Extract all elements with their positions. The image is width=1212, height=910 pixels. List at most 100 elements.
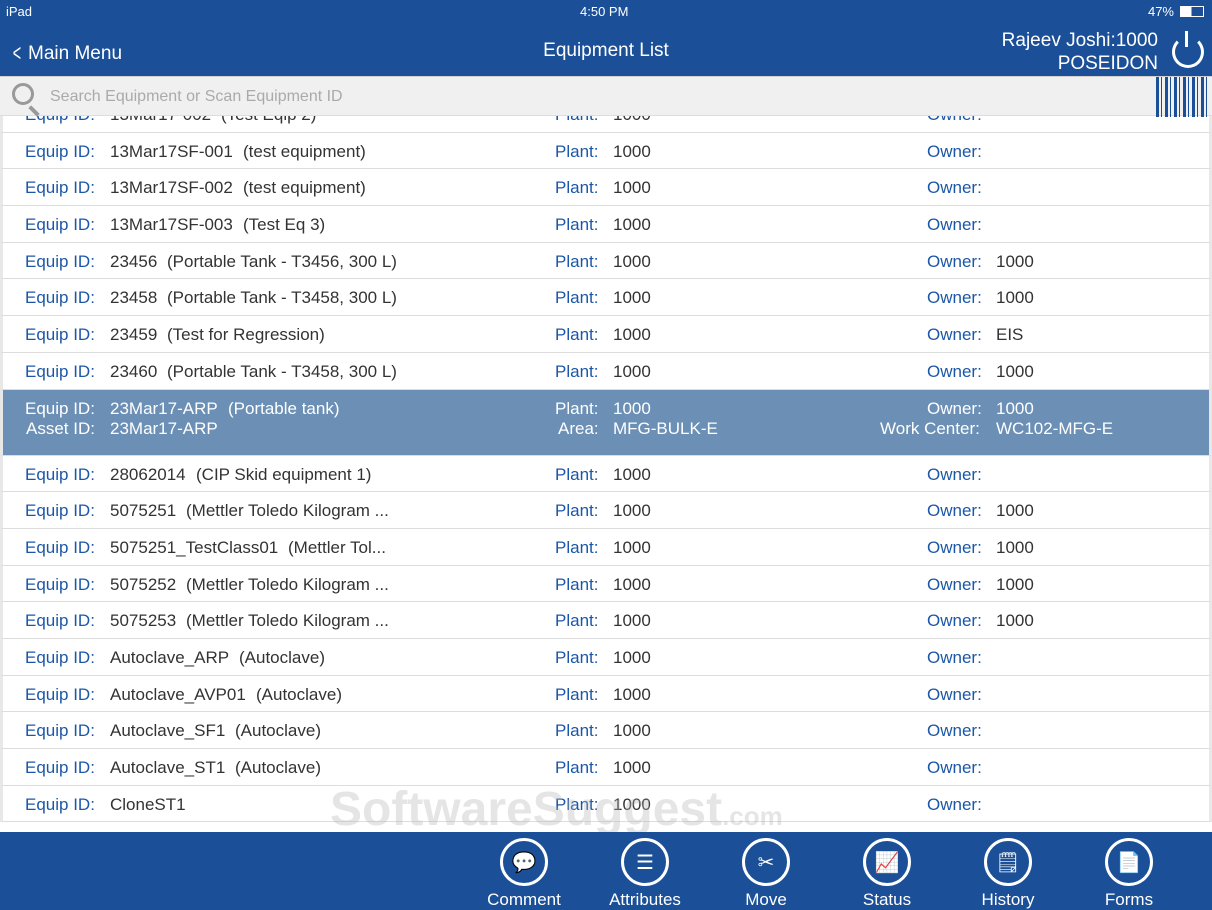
equip-id-value: 23456 [110, 252, 157, 272]
equipment-row[interactable]: Equip ID:23459Plant:1000Owner:EIS(Test f… [0, 316, 1212, 353]
plant-value: 1000 [613, 721, 651, 741]
equipment-row[interactable]: Equip ID:23460Plant:1000Owner:1000(Porta… [0, 353, 1212, 390]
barcode-scan-icon[interactable] [1156, 77, 1208, 117]
plant-label: Plant: [555, 116, 598, 125]
owner-value: 1000 [996, 288, 1034, 308]
equip-description: (Test for Regression) [167, 325, 325, 345]
owner-label: Owner: [927, 721, 982, 741]
equip-description: (Portable tank) [228, 399, 340, 419]
owner-label: Owner: [927, 465, 982, 485]
equip-id-label: Equip ID: [25, 611, 95, 631]
attributes-button[interactable]: ☰Attributes [595, 838, 695, 910]
equipment-list[interactable]: Equip ID:13Mar17-002Plant:1000Owner:(Tes… [0, 116, 1212, 832]
move-icon: ✂ [742, 838, 790, 886]
history-label: History [958, 890, 1058, 910]
equip-id-value: 28062014 [110, 465, 186, 485]
equip-description: (Portable Tank - T3458, 300 L) [167, 288, 397, 308]
equipment-row[interactable]: Equip ID:Autoclave_SF1Plant:1000Owner:(A… [0, 712, 1212, 749]
plant-value: 1000 [613, 116, 651, 125]
owner-value: EIS [996, 325, 1023, 345]
comment-label: Comment [474, 890, 574, 910]
plant-label: Plant: [555, 648, 598, 668]
equipment-row[interactable]: Equip ID:CloneST1Plant:1000Owner: [0, 786, 1212, 823]
plant-label: Plant: [555, 758, 598, 778]
equip-description: (Mettler Tol... [288, 538, 386, 558]
equipment-row[interactable]: Equip ID:13Mar17SF-001Plant:1000Owner:(t… [0, 133, 1212, 170]
header-bar: iPad 4:50 PM 47% <Main Menu Equipment Li… [0, 0, 1212, 76]
equipment-row[interactable]: Equip ID:5075252Plant:1000Owner:1000(Met… [0, 566, 1212, 603]
equip-id-value: 23Mar17-ARP [110, 399, 218, 419]
equip-description: (Mettler Toledo Kilogram ... [186, 611, 389, 631]
plant-label: Plant: [555, 142, 598, 162]
plant-label: Plant: [555, 288, 598, 308]
equipment-row[interactable]: Equip ID:23456Plant:1000Owner:1000(Porta… [0, 243, 1212, 280]
equip-id-value: 5075253 [110, 611, 176, 631]
owner-label: Owner: [927, 611, 982, 631]
equipment-row[interactable]: Equip ID:Autoclave_ST1Plant:1000Owner:(A… [0, 749, 1212, 786]
equip-id-value: Autoclave_AVP01 [110, 685, 246, 705]
equip-description: (Portable Tank - T3458, 300 L) [167, 362, 397, 382]
equip-description: (test equipment) [243, 142, 366, 162]
owner-value: 1000 [996, 575, 1034, 595]
plant-label: Plant: [555, 252, 598, 272]
user-name: Rajeev Joshi:1000 [1002, 29, 1158, 52]
owner-label: Owner: [927, 116, 982, 125]
plant-value: 1000 [613, 758, 651, 778]
equipment-row[interactable]: Equip ID:Autoclave_AVP01Plant:1000Owner:… [0, 676, 1212, 713]
area-label: Area: [558, 419, 599, 439]
asset-id-label: Asset ID: [26, 419, 95, 439]
equip-id-label: Equip ID: [25, 758, 95, 778]
status-button[interactable]: 📈Status [837, 838, 937, 910]
equip-id-label: Equip ID: [25, 252, 95, 272]
equip-id-value: Autoclave_SF1 [110, 721, 225, 741]
equipment-row[interactable]: Equip ID:5075253Plant:1000Owner:1000(Met… [0, 602, 1212, 639]
forms-button[interactable]: 📄Forms [1079, 838, 1179, 910]
history-icon: 🗒 [984, 838, 1032, 886]
area-value: MFG-BULK-E [613, 419, 718, 439]
owner-value: 1000 [996, 538, 1034, 558]
equip-description: (Test Eqip 2) [221, 116, 316, 125]
plant-value: 1000 [613, 538, 651, 558]
equipment-row[interactable]: Equip ID:13Mar17SF-002Plant:1000Owner:(t… [0, 169, 1212, 206]
plant-label: Plant: [555, 178, 598, 198]
battery-level: 47% [1148, 4, 1174, 19]
equipment-row[interactable]: Equip ID:5075251Plant:1000Owner:1000(Met… [0, 492, 1212, 529]
plant-label: Plant: [555, 538, 598, 558]
owner-label: Owner: [927, 142, 982, 162]
owner-label: Owner: [927, 252, 982, 272]
equip-id-value: 13Mar17SF-001 [110, 142, 233, 162]
system-name: POSEIDON [1002, 52, 1158, 75]
equip-id-label: Equip ID: [25, 215, 95, 235]
equipment-row[interactable]: Equip ID:23458Plant:1000Owner:1000(Porta… [0, 279, 1212, 316]
equip-id-value: 5075251_TestClass01 [110, 538, 278, 558]
owner-value: 1000 [996, 501, 1034, 521]
plant-value: 1000 [613, 178, 651, 198]
equipment-row[interactable]: Equip ID:5075251_TestClass01Plant:1000Ow… [0, 529, 1212, 566]
plant-value: 1000 [613, 362, 651, 382]
equip-description: (Autoclave) [256, 685, 342, 705]
power-icon[interactable] [1172, 36, 1204, 68]
plant-value: 1000 [613, 685, 651, 705]
move-button[interactable]: ✂Move [716, 838, 816, 910]
equip-id-label: Equip ID: [25, 575, 95, 595]
plant-label: Plant: [555, 611, 598, 631]
plant-label: Plant: [555, 501, 598, 521]
plant-value: 1000 [613, 215, 651, 235]
search-icon [12, 83, 34, 105]
history-button[interactable]: 🗒 History [958, 838, 1058, 910]
equipment-row[interactable]: Equip ID:13Mar17-002Plant:1000Owner:(Tes… [0, 116, 1212, 133]
search-input[interactable] [50, 85, 1130, 109]
equip-id-label: Equip ID: [25, 288, 95, 308]
comment-button[interactable]: 💬Comment [474, 838, 574, 910]
equipment-row[interactable]: Equip ID:23Mar17-ARPPlant:1000Owner:1000… [0, 390, 1212, 456]
equipment-row[interactable]: Equip ID:13Mar17SF-003Plant:1000Owner:(T… [0, 206, 1212, 243]
equip-id-label: Equip ID: [25, 142, 95, 162]
status-label: Status [837, 890, 937, 910]
attributes-icon: ☰ [621, 838, 669, 886]
equipment-row[interactable]: Equip ID:Autoclave_ARPPlant:1000Owner:(A… [0, 639, 1212, 676]
equip-description: (Portable Tank - T3456, 300 L) [167, 252, 397, 272]
equipment-row[interactable]: Equip ID:28062014Plant:1000Owner:(CIP Sk… [0, 456, 1212, 493]
owner-value: 1000 [996, 399, 1034, 419]
plant-value: 1000 [613, 465, 651, 485]
equip-id-label: Equip ID: [25, 399, 95, 419]
